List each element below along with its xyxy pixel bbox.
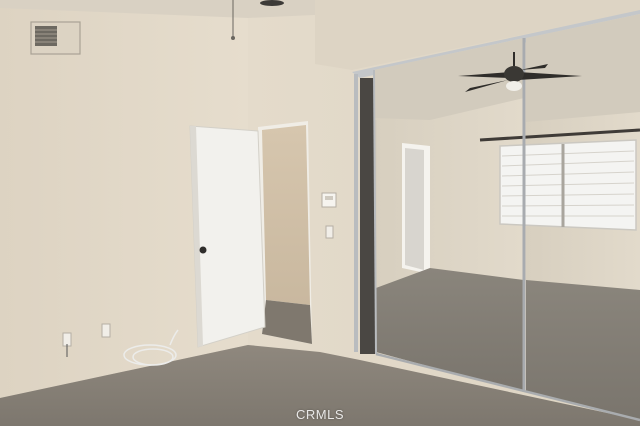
light-switch-icon [325, 225, 334, 239]
watermark: CRMLS [295, 407, 344, 422]
door-knob-icon [199, 246, 207, 254]
outlet-icon [101, 323, 111, 338]
open-door [189, 125, 266, 348]
cord-pull [231, 36, 235, 40]
thermostat-icon [321, 192, 337, 208]
photo-scene: CRMLS [0, 0, 640, 426]
fan-blade-edge [260, 0, 284, 6]
hvac-vent-icon [30, 21, 81, 55]
reflected-window [499, 139, 637, 231]
room-photo [0, 0, 640, 426]
hallway-doorway [258, 121, 312, 344]
